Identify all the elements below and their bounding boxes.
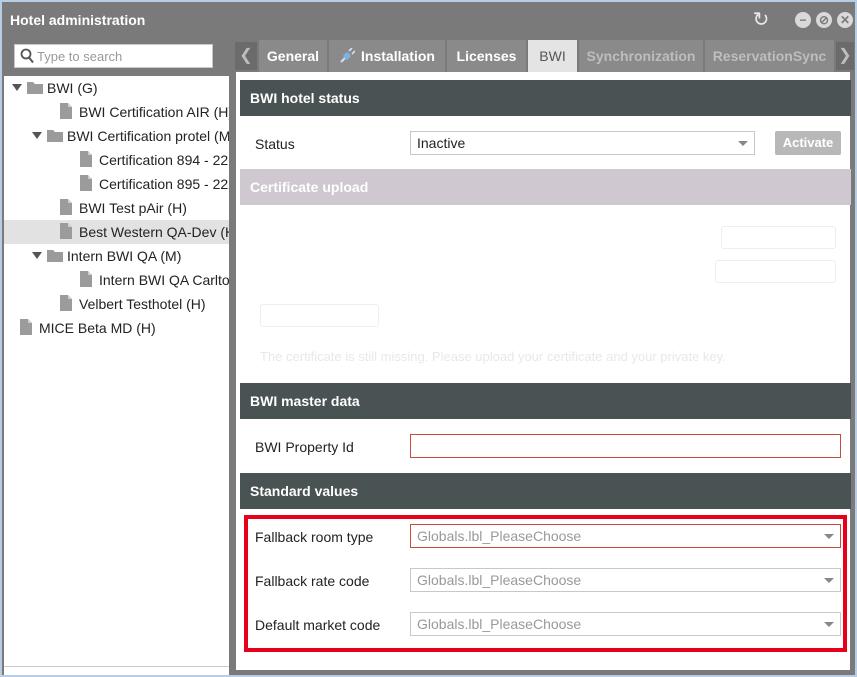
tab-bwi[interactable]: BWI — [528, 40, 577, 72]
chevron-down-icon — [738, 141, 748, 146]
search-icon — [20, 48, 34, 64]
tree-item[interactable]: Intern BWI QA Carlton ( — [4, 268, 229, 292]
upload-button[interactable] — [260, 304, 379, 327]
expand-triangle-icon[interactable] — [32, 252, 42, 259]
sidebar-footer — [4, 666, 229, 675]
tab-bar: ❮ General Installation Licenses BWI Sync… — [231, 38, 855, 74]
tab-installation[interactable]: Installation — [329, 40, 445, 72]
folder-icon — [27, 82, 43, 94]
tab-reservationsync[interactable]: ReservationSync — [705, 40, 834, 72]
main-panel: ❮ General Installation Licenses BWI Sync… — [231, 38, 855, 675]
private-key-file-field[interactable] — [715, 260, 836, 283]
tab-installation-label: Installation — [361, 48, 435, 64]
tree-item[interactable]: BWI Certification AIR (H) — [4, 100, 229, 124]
document-icon — [60, 199, 72, 215]
close-icon[interactable]: ✕ — [837, 12, 853, 28]
tree-item[interactable]: MICE Beta MD (H) — [4, 316, 229, 340]
hotel-tree: BWI (G) BWI Certification AIR (H) BWI Cert… — [4, 76, 229, 666]
tab-synchronization[interactable]: Synchronization — [579, 40, 703, 72]
document-icon — [20, 319, 32, 335]
tree-item[interactable]: BWI Test pAir (H) — [4, 196, 229, 220]
document-icon — [80, 271, 92, 287]
tree-item-label: Intern BWI QA Carlton ( — [99, 272, 229, 288]
tree-item-label: BWI Test pAir (H) — [79, 200, 187, 216]
window-title: Hotel administration — [10, 12, 146, 28]
tree-item-label: BWI Certification AIR (H) — [79, 104, 229, 120]
status-value: Inactive — [417, 135, 466, 151]
plug-icon — [340, 48, 356, 63]
tree-item-label: Certification 894 - 2219 ( — [99, 152, 229, 168]
standard-values-highlight — [244, 515, 847, 652]
certificate-missing-text: The certificate is still missing. Please… — [260, 349, 726, 364]
refresh-icon[interactable]: ↻ — [751, 10, 771, 30]
bwi-status-header: BWI hotel status — [240, 80, 851, 116]
expand-triangle-icon[interactable] — [12, 84, 22, 91]
document-icon — [80, 151, 92, 167]
property-id-input[interactable] — [410, 434, 841, 458]
tree-item[interactable]: BWI (G) — [4, 76, 229, 100]
search-bar — [4, 38, 229, 76]
tab-licenses[interactable]: Licenses — [447, 40, 526, 72]
document-icon — [80, 175, 92, 191]
search-box[interactable] — [14, 44, 213, 68]
document-icon — [60, 223, 72, 239]
certificate-upload-header: Certificate upload — [240, 169, 851, 205]
activate-button[interactable]: Activate — [775, 131, 841, 155]
folder-icon — [47, 130, 63, 142]
property-id-label: BWI Property Id — [255, 439, 354, 455]
document-icon — [60, 103, 72, 119]
tree-item-label: Velbert Testhotel (H) — [79, 296, 206, 312]
tree-item[interactable]: BWI Certification protel (M) — [4, 124, 229, 148]
tree-item[interactable]: Best Western QA-Dev (H) — [4, 220, 229, 244]
block-icon[interactable]: ⊘ — [816, 12, 832, 28]
sidebar: BWI (G) BWI Certification AIR (H) BWI Cert… — [4, 38, 229, 675]
status-label: Status — [255, 136, 295, 152]
tab-scroll-left-icon[interactable]: ❮ — [235, 42, 257, 70]
search-input[interactable] — [37, 47, 209, 65]
standard-values-header: Standard values — [240, 473, 851, 509]
minimize-icon[interactable]: − — [795, 12, 811, 28]
tree-item-label: Intern BWI QA (M) — [67, 248, 182, 264]
expand-triangle-icon[interactable] — [32, 132, 42, 139]
tree-item[interactable]: Certification 895 - 2221 ( — [4, 172, 229, 196]
bwi-content: BWI hotel status Status Inactive Activat… — [231, 72, 855, 675]
certificate-file-field[interactable] — [721, 226, 836, 249]
tree-item-label: MICE Beta MD (H) — [39, 320, 156, 336]
tree-item-label: Best Western QA-Dev (H) — [79, 224, 229, 240]
document-icon — [60, 295, 72, 311]
tab-scroll-right-icon[interactable]: ❯ — [836, 42, 854, 70]
status-select[interactable]: Inactive — [410, 131, 755, 155]
tree-item[interactable]: Intern BWI QA (M) — [4, 244, 229, 268]
master-data-header: BWI master data — [240, 383, 851, 419]
title-bar: Hotel administration ↻ − ⊘ ✕ — [2, 2, 855, 38]
tree-item[interactable]: Certification 894 - 2219 ( — [4, 148, 229, 172]
tree-item-label: BWI Certification protel (M) — [67, 128, 229, 144]
tree-item[interactable]: Velbert Testhotel (H) — [4, 292, 229, 316]
tree-item-label: BWI (G) — [47, 80, 98, 96]
hotel-admin-window: Hotel administration ↻ − ⊘ ✕ BWI (G)BWI … — [0, 0, 857, 677]
tree-item-label: Certification 895 - 2221 ( — [99, 176, 229, 192]
tab-general[interactable]: General — [259, 40, 327, 72]
folder-icon — [47, 250, 63, 262]
